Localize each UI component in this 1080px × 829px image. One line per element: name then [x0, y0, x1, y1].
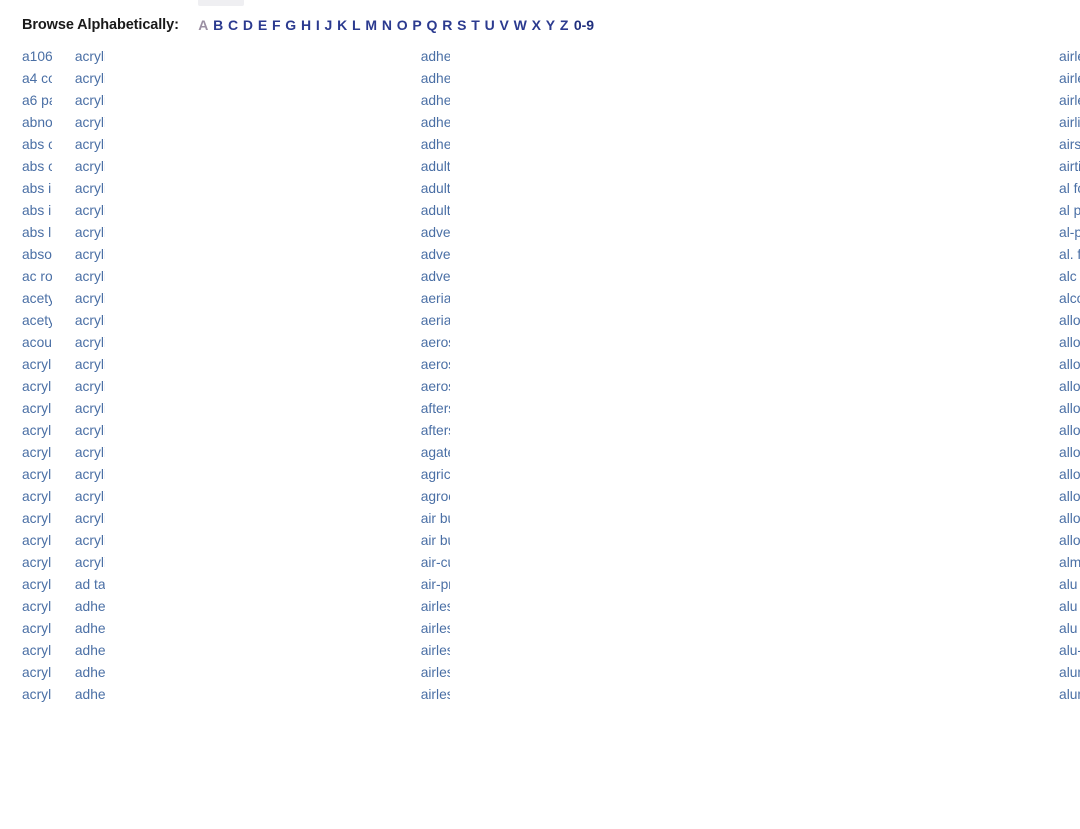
keyword-link[interactable]: alc panel: [1059, 266, 1080, 288]
keyword-link[interactable]: airless pump bottle container: [1059, 46, 1080, 68]
keyword-link[interactable]: alloy enamel jewelry: [1059, 354, 1080, 376]
alpha-link-k[interactable]: K: [335, 17, 350, 33]
alpha-link-p[interactable]: P: [410, 17, 424, 33]
keyword-link[interactable]: alcohol label: [1059, 288, 1080, 310]
keyword-link[interactable]: alloy flower pendant: [1059, 398, 1080, 420]
browse-alphabetically-label: Browse Alphabetically:: [22, 17, 179, 33]
alpha-link-u[interactable]: U: [482, 17, 497, 33]
keyword-column-4: airless pump bottle containerairless pum…: [162, 46, 1080, 706]
alpha-link-v[interactable]: V: [497, 17, 511, 33]
keyword-link[interactable]: alloy perfume bottles: [1059, 486, 1080, 508]
keyword-link[interactable]: airsick bag: [1059, 134, 1080, 156]
keyword-link[interactable]: alu foil lid: [1059, 596, 1080, 618]
alpha-link-e[interactable]: E: [255, 17, 269, 33]
alpha-link-z[interactable]: Z: [557, 17, 570, 33]
keyword-link[interactable]: al foil bag: [1059, 178, 1080, 200]
keyword-link[interactable]: alloy nacklace: [1059, 464, 1080, 486]
keyword-link[interactable]: alloy bottle manufacturer: [1059, 310, 1080, 332]
keyword-link[interactable]: al. film bag: [1059, 244, 1080, 266]
keyword-link[interactable]: alloy jewelries: [1059, 420, 1080, 442]
keyword-link[interactable]: alloy sets: [1059, 508, 1080, 530]
alpha-link-j[interactable]: J: [322, 17, 335, 33]
browse-alphabetically-page: Browse Alphabetically: ABCDEFGHIJKLMNOPQ…: [0, 0, 1080, 829]
page-top-sliver: [0, 0, 1080, 9]
keyword-link[interactable]: alloy flower: [1059, 376, 1080, 398]
keyword-link[interactable]: alu-alu film: [1059, 640, 1080, 662]
alpha-link-q[interactable]: Q: [424, 17, 440, 33]
keyword-link[interactable]: alu film: [1059, 574, 1080, 596]
alpha-link-b[interactable]: B: [211, 17, 226, 33]
keyword-columns: a106b steel pipea4 computer labela6 pape…: [0, 46, 1080, 706]
pagination: Page 1 of 22429 123456789101112131415161…: [0, 737, 1080, 829]
browse-alphabetically-bar: Browse Alphabetically: ABCDEFGHIJKLMNOPQ…: [22, 14, 596, 36]
alpha-link-m[interactable]: M: [363, 17, 379, 33]
alpha-link-l[interactable]: L: [350, 17, 363, 33]
alpha-link-n[interactable]: N: [379, 17, 394, 33]
alpha-link-g[interactable]: G: [283, 17, 299, 33]
alpha-link-w[interactable]: W: [511, 17, 529, 33]
alpha-link-r[interactable]: R: [440, 17, 455, 33]
alpha-link-t[interactable]: T: [469, 17, 482, 33]
keyword-link[interactable]: aluminium balustrade: [1059, 684, 1080, 706]
keyword-link[interactable]: airline foil container: [1059, 112, 1080, 134]
keyword-link[interactable]: alloy jewely: [1059, 442, 1080, 464]
keyword-link[interactable]: almond inshell: [1059, 552, 1080, 574]
keyword-link[interactable]: al-plastic film: [1059, 222, 1080, 244]
alpha-link-h[interactable]: H: [299, 17, 314, 33]
keyword-link[interactable]: airtight coffee box: [1059, 156, 1080, 178]
alpha-link-a[interactable]: A: [196, 17, 211, 33]
keyword-link[interactable]: alloy bottles: [1059, 332, 1080, 354]
alpha-link-f[interactable]: F: [270, 17, 283, 33]
keyword-link[interactable]: alu wine box: [1059, 618, 1080, 640]
alpha-link-i[interactable]: I: [313, 17, 322, 33]
keyword-link[interactable]: airless sprayer bottle: [1059, 90, 1080, 112]
alphabet-nav: A B C D E F G H I J K L M N O P Q R S T U V W X Y Z 0-9: [196, 17, 597, 33]
alpha-link-numeric[interactable]: 0-9: [571, 17, 597, 33]
alpha-link-s[interactable]: S: [455, 17, 469, 33]
alpha-link-x[interactable]: X: [529, 17, 543, 33]
keyword-link[interactable]: airless pump bottles: [1059, 68, 1080, 90]
keyword-link[interactable]: alumina perfume bottle: [1059, 662, 1080, 684]
alpha-link-o[interactable]: O: [394, 17, 410, 33]
alpha-link-c[interactable]: C: [226, 17, 241, 33]
keyword-link[interactable]: al plastic bags: [1059, 200, 1080, 222]
truncated-header-element: [198, 0, 244, 6]
alpha-link-y[interactable]: Y: [543, 17, 557, 33]
keyword-link[interactable]: alloy tag: [1059, 530, 1080, 552]
alpha-link-d[interactable]: D: [241, 17, 256, 33]
